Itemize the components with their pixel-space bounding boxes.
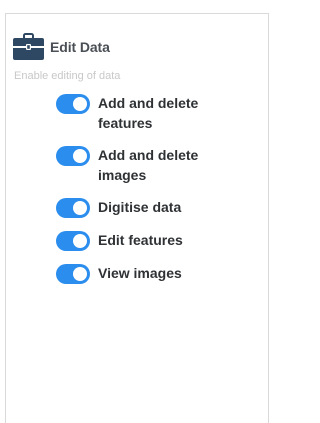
- add-delete-images-toggle[interactable]: [56, 146, 90, 166]
- toggle-row-view-images: View images: [56, 263, 256, 284]
- toggle-label: Add and delete images: [98, 147, 199, 183]
- digitise-data-toggle[interactable]: [56, 198, 90, 218]
- toggle-row-edit-features: Edit features: [56, 230, 256, 251]
- view-images-toggle[interactable]: [56, 264, 90, 284]
- toggle-knob: [73, 149, 87, 163]
- panel-title: Edit Data: [50, 38, 110, 55]
- toggle-knob: [73, 201, 87, 215]
- toggle-row-digitise-data: Digitise data: [56, 197, 256, 218]
- add-delete-features-toggle[interactable]: [56, 94, 90, 114]
- toggle-row-add-delete-features: Add and delete features: [56, 93, 256, 133]
- toggle-label: Add and delete features: [98, 95, 199, 131]
- panel-subtitle: Enable editing of data: [14, 70, 121, 82]
- toggle-label: View images: [98, 265, 182, 281]
- permissions-toggle-list: Add and delete features Add and delete i…: [56, 93, 256, 296]
- toggle-label: Digitise data: [98, 199, 182, 215]
- edit-features-toggle[interactable]: [56, 231, 90, 251]
- toggle-knob: [73, 234, 87, 248]
- toggle-knob: [73, 267, 87, 281]
- toggle-knob: [73, 97, 87, 111]
- toggle-label: Edit features: [98, 232, 183, 248]
- toggle-row-add-delete-images: Add and delete images: [56, 145, 256, 185]
- briefcase-icon: [13, 33, 44, 60]
- panel-header: Edit Data: [13, 33, 110, 60]
